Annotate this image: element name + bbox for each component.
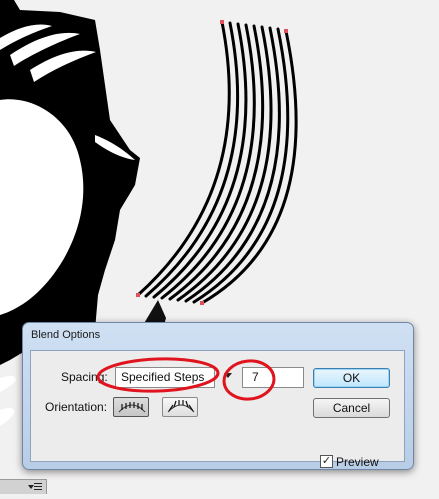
blend-object[interactable] [136,20,298,305]
orientation-label: Orientation: [45,400,108,414]
dialog-title: Blend Options [31,329,101,341]
white-streak [0,407,15,426]
blend-options-dialog: Blend Options Spacing: Specified Steps 7… [22,322,414,470]
preview-checkbox[interactable]: ✓ [320,455,333,468]
panel-menu-widget[interactable] [0,479,47,494]
dialog-body: Spacing: Specified Steps 7 Orientation: [30,350,405,469]
steps-input[interactable]: 7 [242,367,304,388]
ok-button[interactable]: OK [313,368,390,388]
chevron-down-icon[interactable] [224,373,232,378]
align-to-page-icon [118,402,146,413]
align-to-path-icon [167,400,195,413]
preview-label[interactable]: Preview [336,455,379,469]
white-streak [0,375,16,392]
align-to-path-button[interactable] [162,397,198,417]
spacing-select[interactable]: Specified Steps [115,367,215,388]
cancel-button[interactable]: Cancel [313,398,390,418]
panel-menu-icon [34,483,42,490]
align-to-page-button[interactable] [113,397,149,417]
spacing-label: Spacing: [61,370,108,384]
